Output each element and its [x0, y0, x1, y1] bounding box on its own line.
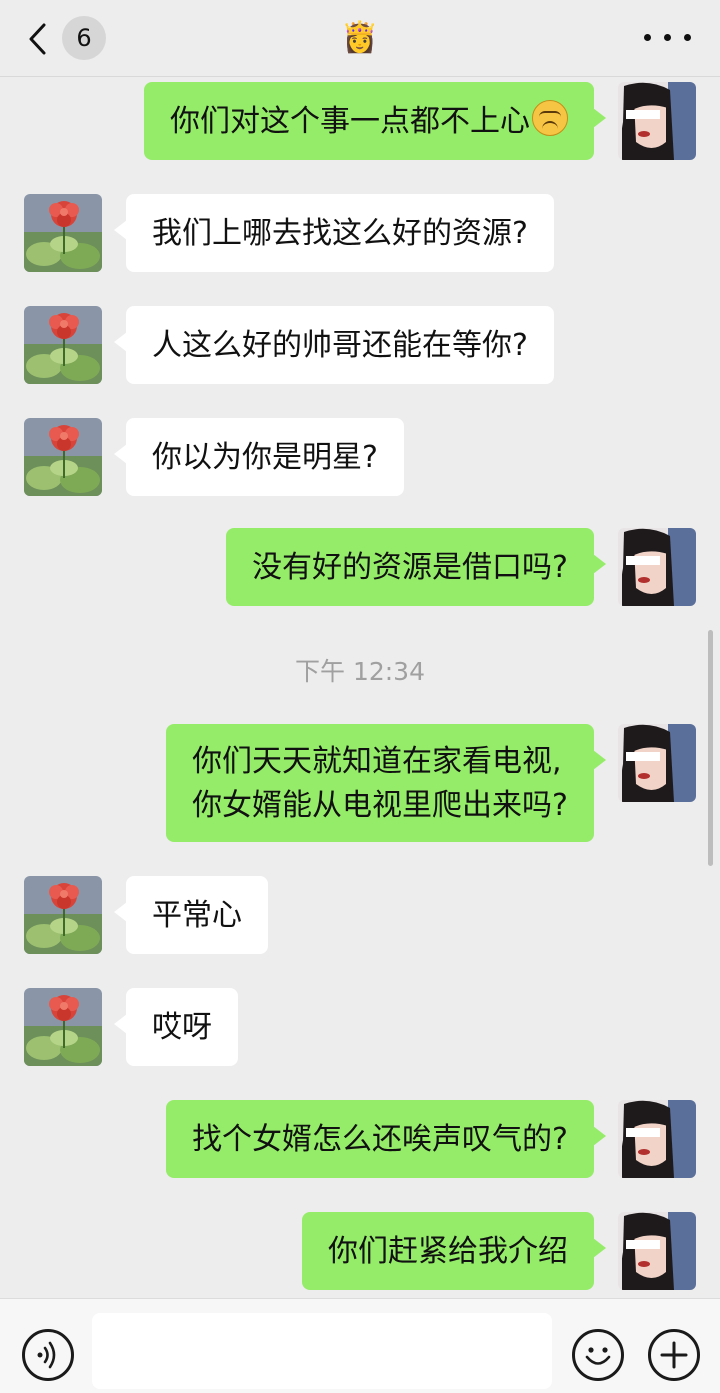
message-text: 平常心: [152, 898, 242, 933]
message-text-line: 你们天天就知道在家看电视,: [192, 744, 562, 779]
girl-avatar[interactable]: [618, 528, 696, 606]
outgoing-message-bubble[interactable]: 找个女婿怎么还唉声叹气的?: [166, 1100, 606, 1178]
flower-avatar[interactable]: [24, 876, 102, 954]
outgoing-message-bubble[interactable]: 你们赶紧给我介绍: [302, 1212, 606, 1290]
input-bar: [0, 1298, 720, 1393]
incoming-message-bubble[interactable]: 平常心: [114, 876, 268, 954]
back-button[interactable]: 6: [22, 14, 112, 62]
timestamp: 下午 12:34: [295, 657, 425, 686]
flower-avatar[interactable]: [24, 194, 102, 272]
unread-count-badge: 6: [62, 16, 106, 60]
message-text: 我们上哪去找这么好的资源?: [152, 216, 528, 251]
outgoing-message-bubble[interactable]: 你们对这个事一点都不上心: [144, 82, 606, 160]
message-text: 哎呀: [152, 1010, 212, 1045]
message-text: 人这么好的帅哥还能在等你?: [152, 328, 528, 363]
outgoing-message-bubble[interactable]: 你们天天就知道在家看电视, 你女婿能从电视里爬出来吗?: [166, 724, 606, 842]
scrollbar[interactable]: [708, 630, 713, 866]
message-text-line: 你女婿能从电视里爬出来吗?: [192, 788, 568, 823]
sad-face-icon: [532, 100, 568, 136]
dot-icon: [644, 34, 651, 41]
incoming-message-bubble[interactable]: 人这么好的帅哥还能在等你?: [114, 306, 554, 384]
outgoing-message-bubble[interactable]: 没有好的资源是借口吗?: [226, 528, 606, 606]
voice-button[interactable]: [22, 1329, 74, 1381]
incoming-message-bubble[interactable]: 你以为你是明星?: [114, 418, 404, 496]
plus-button[interactable]: [648, 1329, 700, 1381]
incoming-message-bubble[interactable]: 我们上哪去找这么好的资源?: [114, 194, 554, 272]
girl-avatar[interactable]: [618, 1100, 696, 1178]
more-options-button[interactable]: [640, 22, 696, 52]
message-text: 你们对这个事一点都不上心: [170, 104, 530, 139]
chevron-left-icon: [29, 23, 46, 55]
message-text: 没有好的资源是借口吗?: [252, 550, 568, 585]
girl-avatar[interactable]: [618, 82, 696, 160]
flower-avatar[interactable]: [24, 306, 102, 384]
girl-avatar[interactable]: [618, 1212, 696, 1290]
flower-avatar[interactable]: [24, 418, 102, 496]
message-text: 你以为你是明星?: [152, 440, 378, 475]
dot-icon: [664, 34, 671, 41]
chat-header: 6 👸: [0, 0, 720, 77]
incoming-message-bubble[interactable]: 哎呀: [114, 988, 238, 1066]
message-text: 找个女婿怎么还唉声叹气的?: [192, 1122, 568, 1157]
message-text: 你们赶紧给我介绍: [328, 1234, 568, 1269]
emoji-icon: [585, 1347, 611, 1365]
flower-avatar[interactable]: [24, 988, 102, 1066]
voice-icon: [37, 1341, 56, 1369]
dot-icon: [684, 34, 691, 41]
plus-icon: [660, 1341, 688, 1369]
girl-avatar[interactable]: [618, 724, 696, 802]
chat-title-emoji: 👸: [341, 20, 379, 55]
emoji-button[interactable]: [572, 1329, 624, 1381]
message-input[interactable]: [92, 1313, 552, 1389]
